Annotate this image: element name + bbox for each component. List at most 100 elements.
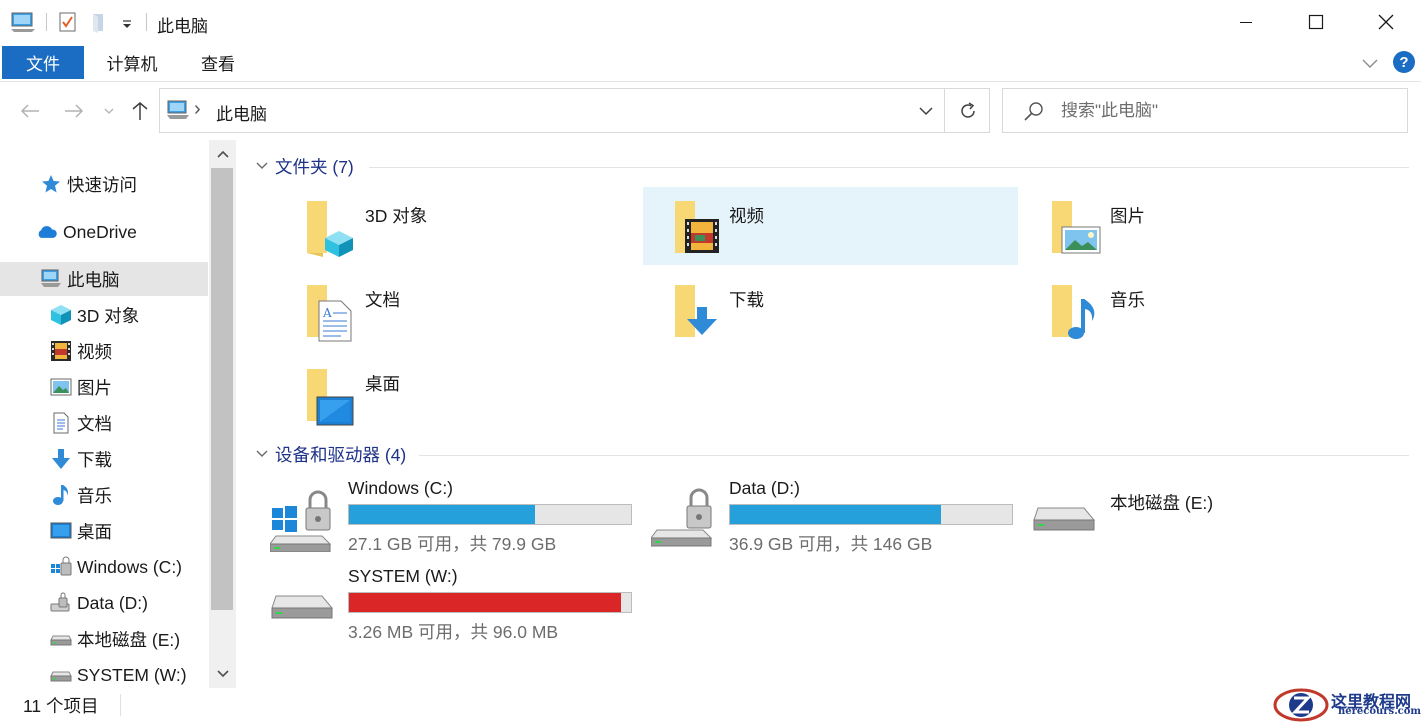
up-arrow-icon: [132, 102, 148, 120]
back-arrow-icon: [20, 104, 39, 118]
search-box[interactable]: [1002, 88, 1408, 133]
group-divider: [419, 455, 1409, 456]
windows-drive-icon: [50, 556, 72, 578]
minimize-button[interactable]: [1211, 0, 1281, 44]
cube-folder-icon: [293, 195, 357, 259]
folder-documents[interactable]: A 文档: [261, 271, 636, 349]
sidebar-item-label: 3D 对象: [77, 305, 140, 326]
sidebar-item-label: 桌面: [77, 521, 112, 542]
properties-icon[interactable]: [58, 11, 78, 33]
new-folder-icon[interactable]: [90, 11, 110, 33]
sidebar-item-documents[interactable]: 文档: [0, 406, 208, 440]
maximize-button[interactable]: [1281, 0, 1351, 44]
up-button[interactable]: [126, 97, 154, 125]
drive-icon: [1032, 502, 1098, 568]
drive-windows-c[interactable]: Windows (C:) 27.1 GB 可用，共 79.9 GB: [240, 478, 632, 564]
sidebar-item-label: Windows (C:): [77, 556, 183, 577]
customize-toolbar-icon[interactable]: [120, 11, 134, 33]
drive-icon: [50, 664, 72, 686]
forward-button[interactable]: [60, 97, 88, 125]
back-button[interactable]: [16, 97, 44, 125]
drive-label: Data (D:): [729, 478, 800, 498]
tab-view[interactable]: 查看: [184, 46, 252, 79]
sidebar-item-this-pc[interactable]: 此电脑: [0, 262, 208, 296]
breadcrumb-separator[interactable]: ›: [194, 98, 201, 121]
sidebar-item-videos[interactable]: 视频: [0, 334, 208, 368]
title-bar: 此电脑: [0, 0, 1421, 44]
address-bar[interactable]: › 此电脑: [159, 88, 990, 133]
download-icon: [50, 448, 72, 470]
sidebar-item-local-disk-e[interactable]: 本地磁盘 (E:): [0, 622, 208, 656]
watermark-subtext: herecours.com: [1338, 706, 1421, 717]
sidebar-item-desktop[interactable]: 桌面: [0, 514, 208, 548]
folder-3d-objects[interactable]: 3D 对象: [261, 187, 636, 265]
computer-icon: [40, 268, 62, 290]
folder-label: 音乐: [1110, 290, 1145, 310]
chevron-down-icon: [251, 449, 273, 459]
sidebar-item-label: Data (D:): [77, 592, 148, 613]
star-icon: [40, 173, 62, 195]
sidebar-item-label: 下载: [77, 449, 112, 470]
folder-videos[interactable]: 视频: [643, 187, 1018, 265]
drive-data-d[interactable]: Data (D:) 36.9 GB 可用，共 146 GB: [621, 478, 1013, 564]
recent-locations-button[interactable]: [100, 97, 118, 125]
drive-icon: [270, 590, 336, 656]
drive-system-w[interactable]: SYSTEM (W:) 3.26 MB 可用，共 96.0 MB: [240, 566, 632, 652]
sidebar-item-label: 图片: [77, 377, 112, 398]
sidebar-scrollbar[interactable]: [209, 140, 236, 688]
this-pc-app-icon[interactable]: [10, 11, 36, 33]
folder-downloads[interactable]: 下载: [643, 271, 1018, 349]
desktop-folder-icon: [293, 363, 357, 427]
folders-group-header[interactable]: 文件夹 (7): [251, 154, 354, 178]
forward-arrow-icon: [65, 104, 84, 118]
sidebar-item-label: 音乐: [77, 485, 112, 506]
cube-icon: [50, 304, 72, 326]
refresh-icon: [960, 101, 975, 118]
sidebar-item-system-w[interactable]: SYSTEM (W:): [0, 658, 208, 692]
scroll-up-button[interactable]: [209, 141, 236, 167]
search-icon: [1023, 101, 1045, 126]
sidebar-item-quick-access[interactable]: 快速访问: [0, 167, 208, 201]
close-button[interactable]: [1351, 0, 1421, 44]
folder-desktop[interactable]: 桌面: [261, 355, 636, 433]
cloud-icon: [36, 221, 58, 243]
sidebar-item-label: OneDrive: [63, 221, 137, 242]
scrollbar-thumb[interactable]: [211, 168, 233, 610]
chevron-down-icon: [919, 106, 933, 115]
breadcrumb-this-pc[interactable]: 此电脑: [216, 100, 267, 125]
chevron-down-icon: [1362, 59, 1378, 68]
chevron-down-icon: [251, 161, 273, 171]
sidebar-item-data-d[interactable]: Data (D:): [0, 586, 208, 620]
help-button[interactable]: ?: [1393, 51, 1415, 73]
window-title: 此电脑: [157, 17, 208, 36]
computer-icon: [166, 100, 190, 125]
document-icon: [50, 412, 72, 434]
refresh-button[interactable]: [944, 89, 990, 132]
folder-music[interactable]: 音乐: [1024, 271, 1399, 349]
drive-label: SYSTEM (W:): [348, 566, 458, 586]
search-input[interactable]: [1061, 98, 1391, 124]
locked-drive-icon: [50, 592, 72, 614]
sidebar-item-pictures[interactable]: 图片: [0, 370, 208, 404]
scroll-down-button[interactable]: [209, 661, 236, 687]
sidebar-item-label: SYSTEM (W:): [77, 664, 187, 685]
picture-folder-icon: [1040, 195, 1104, 259]
sidebar-item-3d-objects[interactable]: 3D 对象: [0, 298, 208, 332]
folder-pictures[interactable]: 图片: [1024, 187, 1399, 265]
address-history-button[interactable]: [908, 89, 944, 132]
folder-label: 3D 对象: [365, 206, 428, 226]
group-title: 文件夹 (7): [275, 156, 354, 177]
sidebar-item-music[interactable]: 音乐: [0, 478, 208, 512]
sidebar-item-downloads[interactable]: 下载: [0, 442, 208, 476]
tab-computer[interactable]: 计算机: [92, 46, 172, 79]
desktop-icon: [50, 520, 72, 542]
expand-ribbon-button[interactable]: [1360, 53, 1380, 78]
sidebar-item-onedrive[interactable]: OneDrive: [0, 215, 208, 249]
tab-file[interactable]: 文件: [2, 46, 84, 79]
watermark-logo: 这里教程网 herecours.com: [1273, 688, 1421, 722]
drive-usage-bar: [729, 504, 1013, 525]
drive-local-disk-e[interactable]: 本地磁盘 (E:): [1002, 478, 1382, 564]
sidebar-item-windows-c[interactable]: Windows (C:): [0, 550, 208, 584]
drives-group-header[interactable]: 设备和驱动器 (4): [251, 442, 406, 466]
folder-label: 桌面: [365, 374, 400, 394]
